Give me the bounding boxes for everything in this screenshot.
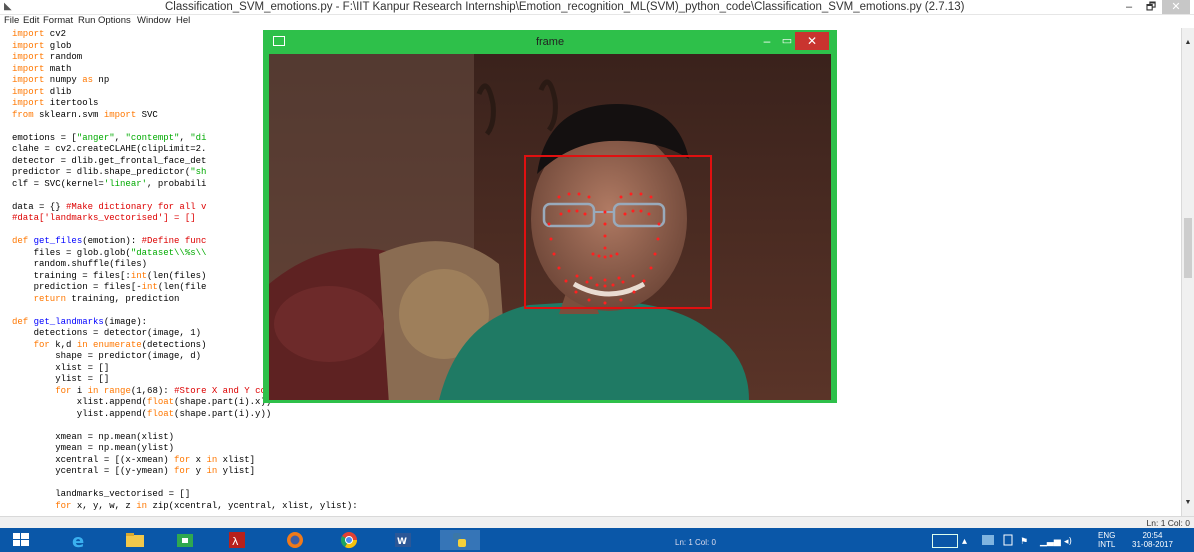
code-line: for k,d in enumerate(detections) (33, 339, 207, 350)
file-explorer-icon[interactable] (120, 530, 150, 550)
menu-help[interactable]: Hel (176, 15, 190, 27)
code-line: ycentral = [(y-ymean) for y in ylist] (12, 466, 256, 476)
code-line: import itertools (12, 98, 99, 108)
frame-window[interactable]: frame – ▭ ✕ (263, 30, 837, 403)
word-icon[interactable]: W (388, 530, 418, 550)
menu-window[interactable]: Window (137, 15, 171, 27)
frame-minimize-button[interactable]: – (757, 32, 777, 50)
code-line: detections = detector(image, 1) (12, 328, 202, 338)
camera-feed (269, 54, 831, 400)
language-secondary: INTL (1098, 540, 1116, 549)
maximize-button[interactable]: 🗗 (1140, 0, 1162, 14)
clock-date: 31-08-2017 (1132, 540, 1173, 549)
svg-text:e: e (72, 531, 84, 550)
scroll-thumb[interactable] (1184, 218, 1192, 278)
menu-run[interactable]: Run (78, 15, 95, 27)
scroll-down-arrow-icon[interactable]: ▼ (1182, 498, 1194, 508)
tray-expand-icon: ▴ (962, 536, 967, 547)
code-line: detector = dlib.get_frontal_face_det (12, 155, 207, 166)
svg-text:W: W (397, 537, 407, 547)
camera-feed-image (269, 54, 831, 400)
firefox-icon[interactable] (280, 530, 310, 550)
menu-edit[interactable]: Edit (23, 15, 39, 27)
code-line: xcentral = [(x-xmean) for x in xlist] (12, 454, 256, 465)
code-line: ymean = np.mean(ylist) (12, 443, 175, 453)
battery-icon (1003, 534, 1013, 546)
code-line: xlist = [] (12, 362, 110, 373)
code-line: import numpy as np (12, 75, 110, 85)
idle-app-icon: ◣ (4, 1, 12, 12)
clock-time: 20:54 (1142, 531, 1163, 540)
internet-explorer-icon[interactable]: e (64, 530, 94, 550)
code-line: xlist.append(float(shape.part(i).x)) (12, 397, 272, 407)
python-icon[interactable] (440, 530, 480, 550)
code-line: prediction = files[-int(len(file (12, 282, 207, 292)
code-line: files = glob.glob("dataset\\%s\\ (12, 247, 207, 258)
vertical-scrollbar[interactable]: ▲ ▼ (1181, 28, 1194, 516)
language-primary: ENG (1098, 531, 1116, 540)
window-title: Classification_SVM_emotions.py - F:\IIT … (165, 1, 965, 13)
code-line: return training, prediction (33, 293, 180, 304)
system-tray[interactable]: ▴ ⚑ ▁▃▅ ◂) (960, 532, 1080, 548)
language-indicator[interactable]: ENG INTL (1098, 531, 1115, 549)
code-line: import cv2 (12, 29, 67, 39)
code-line: shape = predictor(image, d) (12, 351, 202, 361)
keyboard-icon[interactable] (932, 534, 958, 548)
code-line: ylist.append(float(shape.part(i).y)) (12, 408, 272, 419)
code-line: import dlib (12, 86, 72, 97)
code-line: ylist = [] (12, 374, 110, 384)
menu-file[interactable]: File (4, 15, 19, 27)
signal-icon: ▁▃▅ (1039, 537, 1062, 547)
code-line: import math (12, 63, 72, 74)
code-line: xmean = np.mean(xlist) (12, 431, 175, 442)
frame-maximize-button[interactable]: ▭ (777, 32, 797, 50)
taskbar-status-text: Ln: 1 Col: 0 (675, 538, 716, 547)
code-line: def get_landmarks(image): (12, 316, 148, 327)
windows-start-icon[interactable] (6, 530, 36, 550)
code-line: landmarks_vectorised = [] (12, 489, 191, 499)
code-line: clahe = cv2.createCLAHE(clipLimit=2. (12, 144, 207, 154)
code-line: training = files[:int(len(files) (12, 270, 207, 281)
menu-bar: File Edit Format Run Options Window Hel (0, 15, 1194, 27)
acrobat-icon[interactable]: λ (222, 530, 252, 550)
code-line: #data['landmarks_vectorised'] = [] (12, 213, 196, 223)
frame-window-icon (273, 36, 285, 46)
taskbar: e λ W Ln: 1 Col: 0 ▴ ⚑ ▁▃▅ ◂) ENG INTL 2… (0, 528, 1194, 552)
idle-title-bar[interactable]: ◣ Classification_SVM_emotions.py - F:\II… (0, 0, 1194, 15)
code-line: emotions = ["anger", "contempt", "di (12, 132, 207, 143)
network-icon (982, 535, 994, 545)
menu-options[interactable]: Options (98, 15, 131, 27)
frame-title: frame (535, 36, 565, 48)
frame-close-button[interactable]: ✕ (795, 32, 829, 50)
menu-format[interactable]: Format (43, 15, 73, 27)
minimize-button[interactable]: – (1118, 0, 1140, 14)
clock[interactable]: 20:54 31-08-2017 (1132, 531, 1173, 549)
store-icon[interactable] (170, 530, 200, 550)
code-line: import glob (12, 40, 72, 51)
close-button[interactable]: ✕ (1162, 0, 1190, 14)
volume-icon: ◂) (1064, 537, 1072, 547)
code-line: import random (12, 52, 83, 62)
code-line: for x, y, w, z in zip(xcentral, ycentral… (55, 500, 358, 511)
code-line: random.shuffle(files) (12, 259, 148, 269)
chrome-icon[interactable] (334, 530, 364, 550)
svg-text:λ: λ (232, 535, 239, 548)
flag-icon: ⚑ (1020, 537, 1028, 547)
code-line: data = {} #Make dictionary for all v (12, 201, 207, 212)
scroll-up-arrow-icon[interactable]: ▲ (1182, 38, 1194, 48)
code-line: def get_files(emotion): #Define func (12, 236, 207, 246)
code-line: from sklearn.svm import SVC (12, 109, 158, 120)
